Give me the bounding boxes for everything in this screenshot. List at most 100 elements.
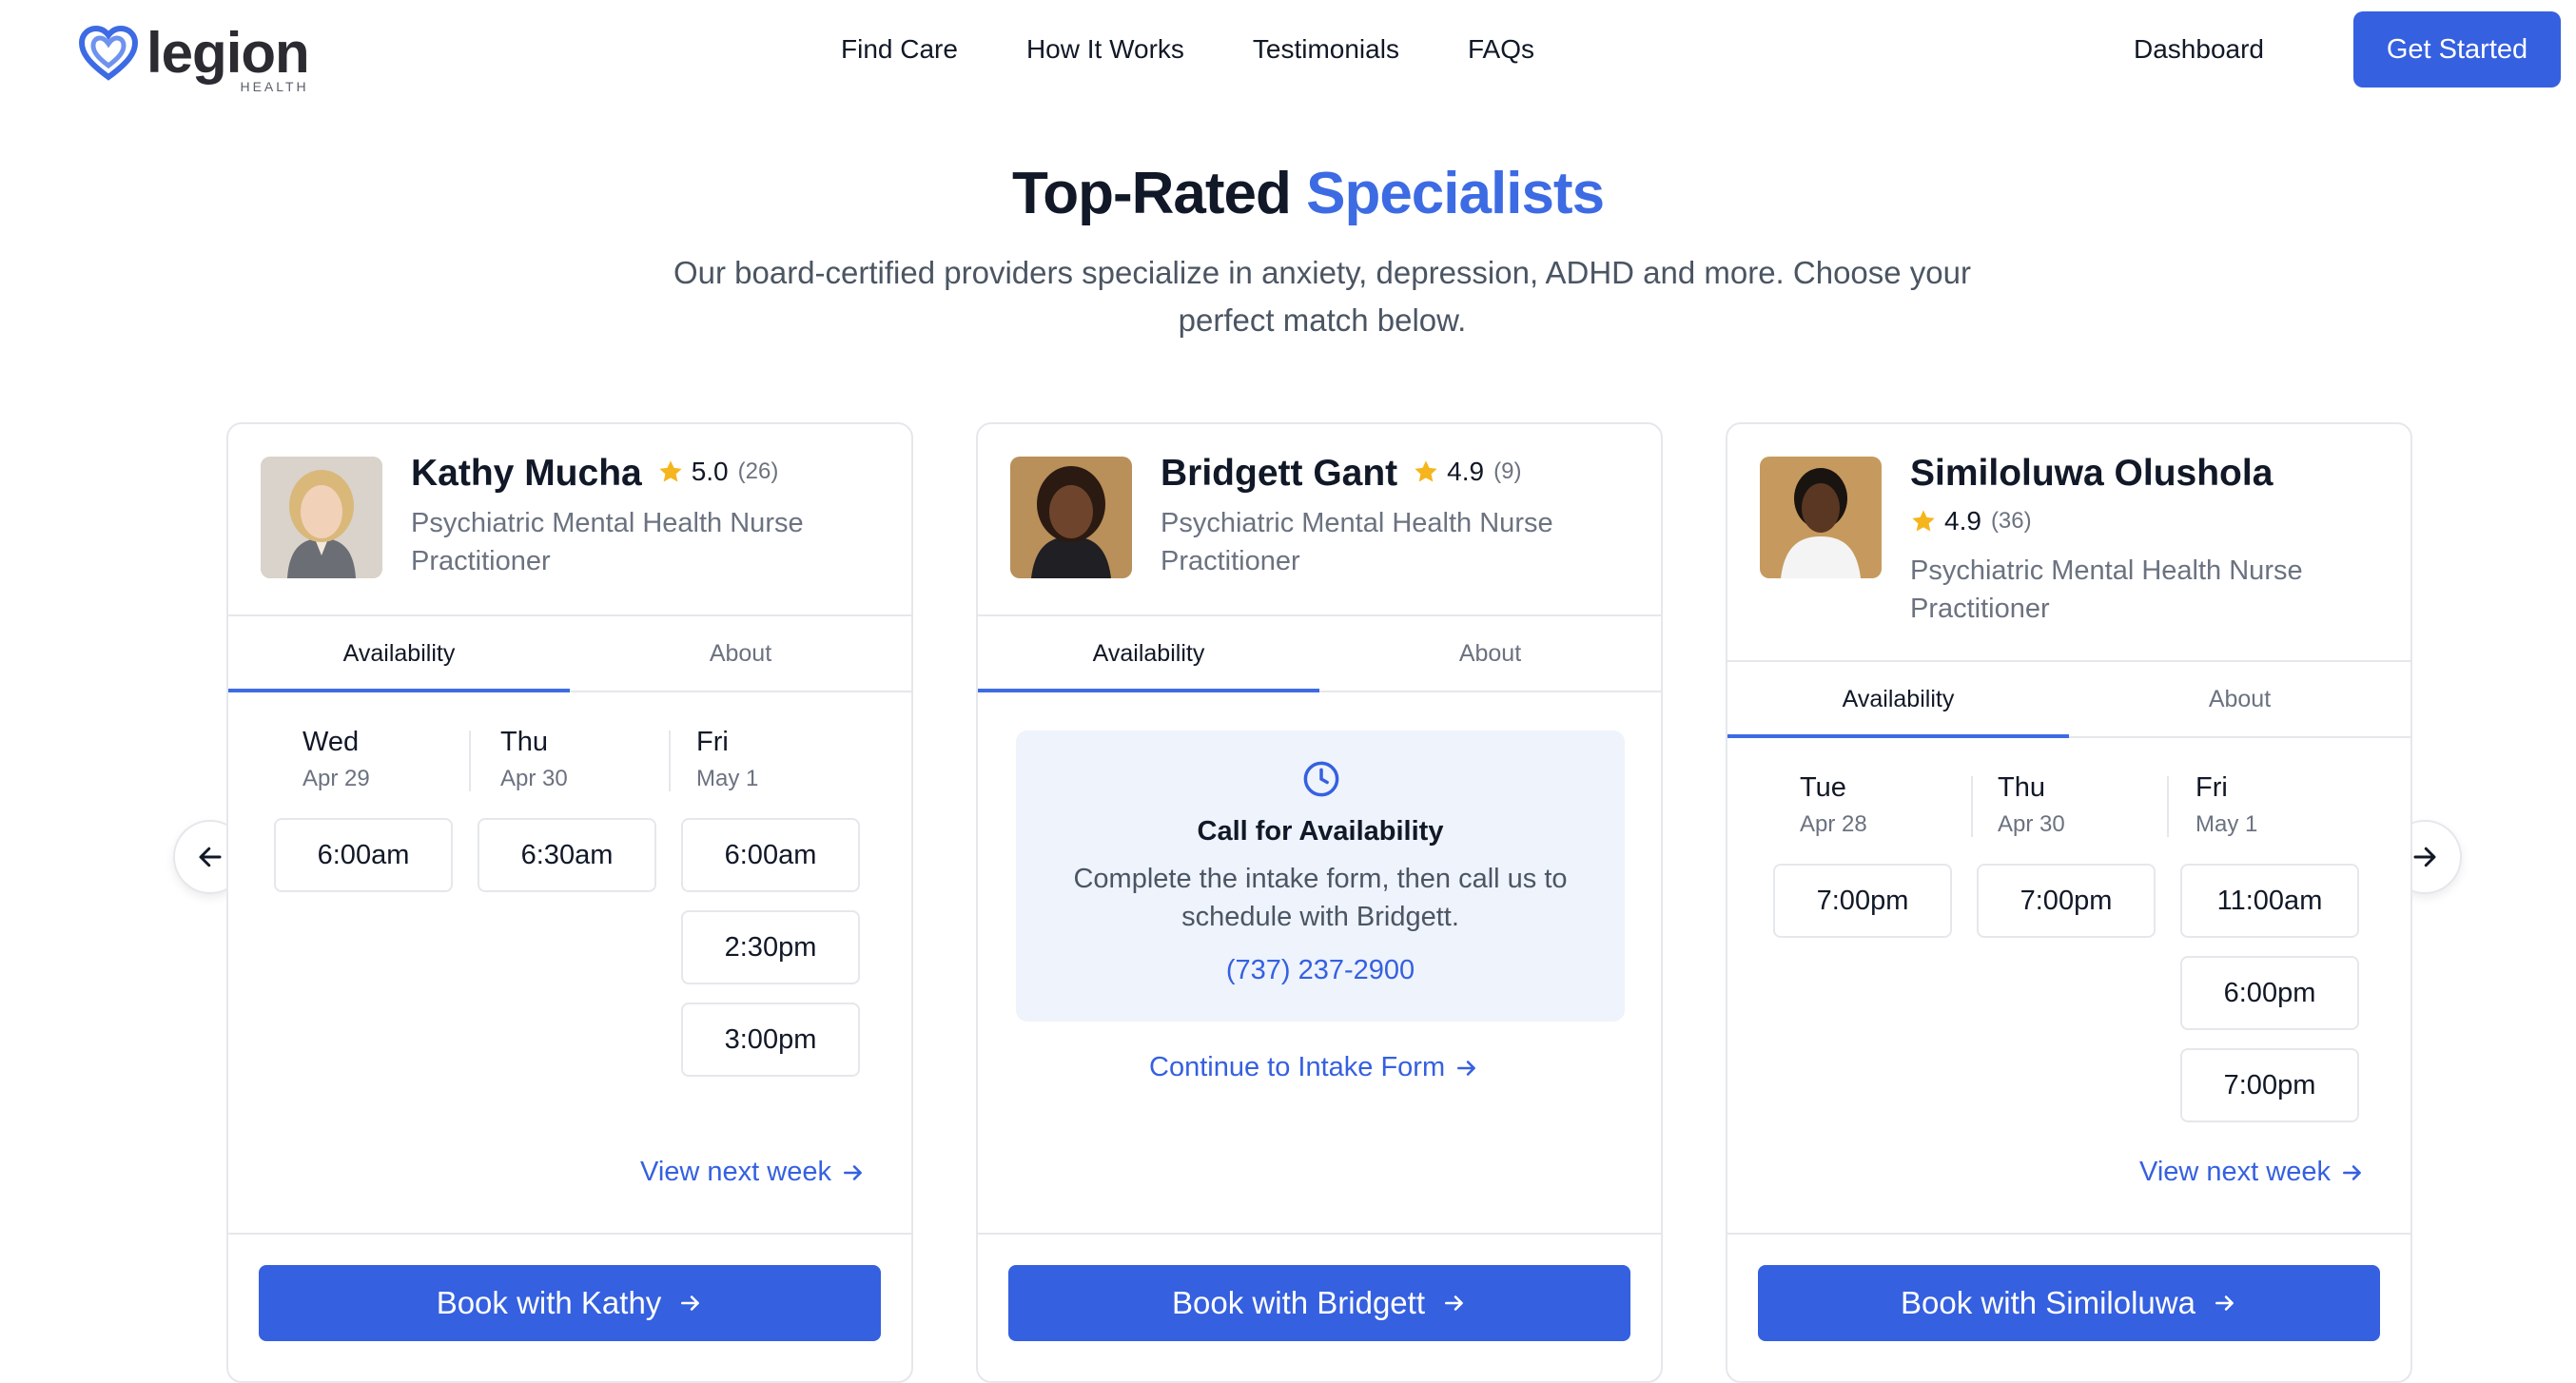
day-name: Fri [696,727,729,757]
day-date: Apr 30 [500,766,568,791]
time-slot[interactable]: 7:00pm [2180,1048,2359,1122]
rating: 4.9 (9) [1413,457,1521,487]
time-slot[interactable]: 6:00am [681,818,860,892]
book-label: Book with Kathy [436,1285,662,1320]
nav-find-care[interactable]: Find Care [841,29,958,70]
arrow-right-icon [1457,1060,1475,1076]
time-slot[interactable]: 6:00pm [2180,956,2359,1030]
day-date: May 1 [2195,811,2258,837]
arrow-right-icon [2215,1295,2234,1311]
book-button[interactable]: Book with Similoluwa [1758,1265,2380,1341]
provider-card: Kathy Mucha 5.0 (26) Psychiatric Mental … [226,422,913,1383]
view-next-week-link[interactable]: View next week [640,1157,866,1188]
brand-logo[interactable]: legion HEALTH [78,19,310,93]
time-slot[interactable]: 7:00pm [1773,864,1952,938]
card-tabs: Availability About [228,614,911,692]
avatar [261,457,382,578]
link-label: View next week [640,1157,831,1187]
book-label: Book with Similoluwa [1901,1285,2195,1320]
day-header: Fri May 1 [2195,772,2376,838]
tab-availability[interactable]: Availability [228,616,570,692]
arrow-left-icon [199,847,222,867]
card-tabs: Availability About [1727,660,2410,738]
rating-value: 4.9 [1447,457,1485,486]
rating-count: (26) [737,458,779,484]
provider-title: Psychiatric Mental Health Nurse Practiti… [411,508,804,576]
nav-testimonials[interactable]: Testimonials [1253,29,1399,70]
day-divider [2167,776,2169,837]
rating-value: 4.9 [1944,506,1981,536]
section-title-main: Top-Rated [1011,161,1307,226]
nav-how-it-works[interactable]: How It Works [1026,29,1184,70]
provider-card: Similoluwa Olushola 4.9 (36) Psychiatric… [1726,422,2412,1383]
brand-subname: HEALTH [240,79,309,94]
intake-form-link[interactable]: Continue to Intake Form [1149,1052,1479,1083]
call-description: Complete the intake form, then call us t… [1073,864,1568,932]
book-button[interactable]: Book with Bridgett [1008,1265,1630,1341]
arrow-right-icon [1445,1295,1463,1311]
day-name: Wed [302,727,360,757]
tab-availability[interactable]: Availability [1727,662,2069,738]
book-button[interactable]: Book with Kathy [259,1265,881,1341]
day-date: May 1 [696,766,759,791]
rating: 5.0 (26) [657,457,779,487]
link-label: Continue to Intake Form [1149,1052,1446,1082]
day-name: Thu [500,727,548,757]
time-slot[interactable]: 6:30am [478,818,656,892]
call-title: Call for Availability [1197,816,1444,847]
arrow-right-icon [2343,1164,2361,1180]
time-slot[interactable]: 2:30pm [681,910,860,984]
rating-value: 5.0 [691,457,729,486]
nav-faqs[interactable]: FAQs [1468,29,1534,70]
book-label: Book with Bridgett [1172,1285,1425,1320]
rating-count: (9) [1493,458,1522,484]
time-slot[interactable]: 3:00pm [681,1003,860,1077]
view-next-week-link[interactable]: View next week [2139,1157,2365,1188]
provider-name: Similoluwa Olushola [1910,453,2274,494]
card-footer [978,1233,1661,1235]
link-label: View next week [2139,1157,2331,1187]
dashboard-link[interactable]: Dashboard [2134,29,2264,70]
card-footer [1727,1233,2410,1235]
avatar [1760,457,1882,578]
top-nav: Find Care How It Works Testimonials FAQs [841,29,1603,70]
rating: 4.9 (36) [1910,506,2032,536]
tab-about[interactable]: About [570,616,911,691]
tab-about[interactable]: About [2069,662,2410,736]
arrow-right-icon [2413,847,2436,867]
card-footer [228,1233,911,1235]
get-started-button[interactable]: Get Started [2353,11,2561,88]
tab-about[interactable]: About [1319,616,1661,691]
star-icon [1912,510,1935,532]
provider-title: Psychiatric Mental Health Nurse Practiti… [1910,555,2303,624]
day-divider [469,730,471,791]
day-date: Apr 28 [1800,811,1867,837]
day-header: Wed Apr 29 [302,727,483,792]
time-slot[interactable]: 6:00am [274,818,453,892]
provider-name: Kathy Mucha [411,453,642,494]
tab-availability[interactable]: Availability [978,616,1319,692]
star-icon [1415,460,1437,482]
phone-link[interactable]: (737) 237-2900 [1016,955,1625,986]
brand-name: legion [146,21,310,85]
clock-icon [1303,761,1339,797]
day-date: Apr 29 [302,766,370,791]
card-tabs: Availability About [978,614,1661,692]
provider-card: Bridgett Gant 4.9 (9) Psychiatric Mental… [976,422,1663,1383]
provider-name: Bridgett Gant [1161,453,1398,494]
section-subtitle: Our board-certified providers specialize… [673,255,1972,338]
time-slot[interactable]: 11:00am [2180,864,2359,938]
avatar [1010,457,1132,578]
day-name: Thu [1998,772,2045,803]
day-header: Tue Apr 28 [1800,772,1981,838]
day-header: Thu Apr 30 [1998,772,2178,838]
section-title: Top-Rated Specialists [0,160,2576,227]
time-slot[interactable]: 7:00pm [1977,864,2156,938]
star-icon [659,460,682,482]
day-date: Apr 30 [1998,811,2065,837]
heart-logo-icon [78,26,139,81]
arrow-right-icon [681,1295,700,1311]
call-availability-panel: Call for Availability Complete the intak… [1016,730,1625,1022]
provider-title: Psychiatric Mental Health Nurse Practiti… [1161,508,1553,576]
day-name: Fri [2195,772,2228,803]
